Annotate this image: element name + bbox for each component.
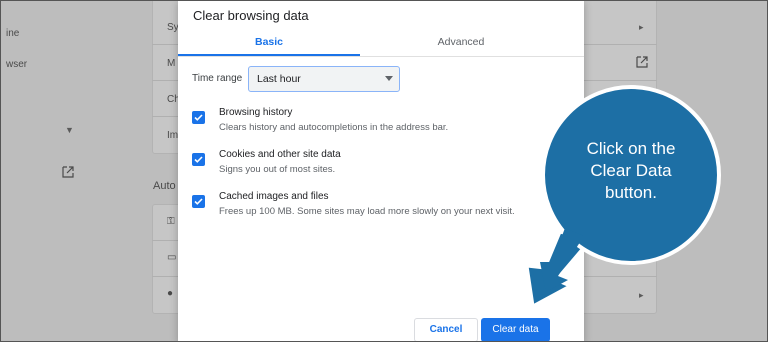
callout-line: button. bbox=[605, 183, 657, 202]
callout-line: Clear Data bbox=[590, 161, 672, 180]
callout-line: Click on the bbox=[586, 139, 676, 158]
callout-text: Click on the Clear Data button. bbox=[566, 138, 696, 204]
